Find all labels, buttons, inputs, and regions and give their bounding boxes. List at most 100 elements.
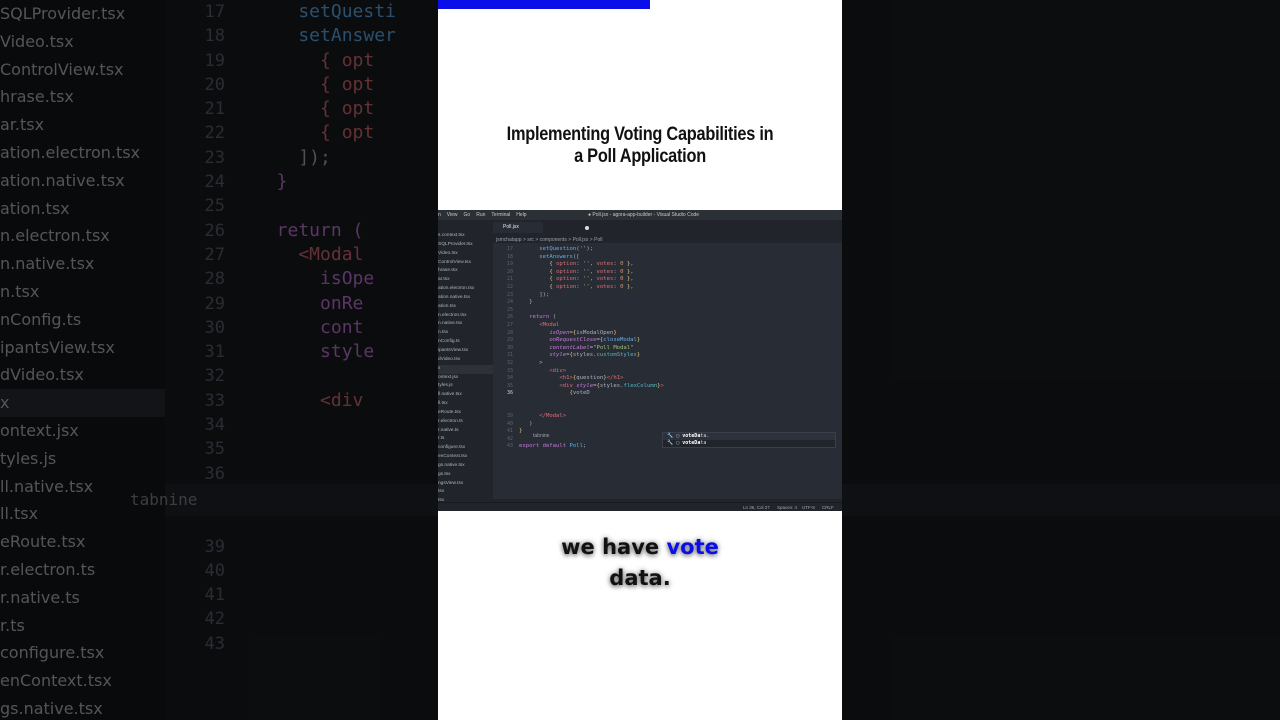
explorer-file-item[interactable]: ll.tsx [438,400,493,409]
explorer-file-item[interactable]: ll.native.tsx [438,391,493,400]
explorer-file-item[interactable]: ngsView.tsx [438,480,493,489]
line-number: 33 [506,367,513,374]
explorer-file-item[interactable]: ar.tsx [438,276,493,285]
suggestion-item[interactable]: 🔧 ▢ voteData [663,440,835,447]
tab-poll-jsx[interactable]: Poll.jsx [493,222,543,233]
line-number: 28 [506,329,513,336]
code-line-23: ]); [539,291,550,298]
explorer-file-item[interactable]: hrase.tsx [438,267,493,276]
code-editor[interactable]: 17 18 19 20 21 22 23 24 25 26 27 28 29 30 31 32 33 34 35 36… [493,243,842,499]
explorer-file-item[interactable]: SQLProvider.tsx [438,241,493,250]
caption-text: data. [609,566,671,590]
code-line-21: { option: '', votes: 0 }, [549,276,634,283]
explorer-file-item[interactable]: ControlView.tsx [438,259,493,268]
explorer-file-item[interactable]: gs.native.tsx [438,462,493,471]
explorer-file-item[interactable]: tsx [438,488,493,497]
code-line-19: { option: '', votes: 0 }, [549,261,634,268]
line-number: 26 [506,314,513,321]
line-number: 34 [506,375,513,382]
line-number: 22 [506,283,513,290]
code-line-40: ) [529,420,533,427]
explorer-file-item[interactable]: n.native.tsx [438,320,493,329]
explorer-file-item[interactable]: enContext.tsx [438,453,493,462]
menu-item[interactable]: n [438,212,441,218]
explorer-file-item[interactable]: x [438,364,493,374]
explorer-file-item[interactable]: eRoute.tsx [438,409,493,418]
line-number: 20 [506,268,513,275]
encoding[interactable]: UTF-8 [802,503,815,511]
explorer-file-item[interactable]: ation.electron.tsx [438,285,493,294]
code-line-43: export default Poll; [519,443,587,450]
line-numbers: 17 18 19 20 21 22 23 24 25 26 27 28 29 30 31 32 33 34 35 36… [493,246,513,451]
code-line-29: onRequestClose={closeModal} [549,337,641,344]
line-number [493,405,513,413]
explorer-file-item[interactable]: ation.tsx [438,303,493,312]
code-line-18: setAnswers([ [539,253,580,260]
code-line-39: </Modal> [539,413,567,420]
progress-bar [438,0,651,9]
explorer-file-item[interactable]: ontext.jsx [438,374,493,383]
code-lines: setQuestion(''); setAnswers([ { option: … [519,246,664,451]
explorer-file-item[interactable]: nConfig.ts [438,338,493,347]
code-line-30: contentLabel="Poll Modal" [549,344,634,351]
menu-item[interactable]: Help [516,212,526,218]
menu-item[interactable]: Go [464,212,471,218]
line-number: 31 [506,352,513,359]
line-number: 30 [506,344,513,351]
explorer-file-item[interactable]: ipantsView.tsx [438,347,493,356]
cursor-position[interactable]: Ln 36, Col 27 [743,503,770,511]
code-line-32: > [539,359,543,366]
explorer-file-item[interactable]: n.tsx [438,329,493,338]
caption-text: we have [561,535,667,559]
explorer-file-item[interactable]: n.electron.tsx [438,312,493,321]
vscode-explorer: s.context.tsx SQLProvider.tsx Video.tsx Con… [438,232,493,502]
code-line-33: <div> [549,367,567,374]
menu-item[interactable]: View [447,212,458,218]
explorer-file-item[interactable]: r.electron.ts [438,418,493,427]
line-number: 25 [506,306,513,313]
explorer-file-item[interactable]: configure.tsx [438,444,493,453]
status-bar: Ln 36, Col 27 Spaces: 4 UTF-8 CRLF [438,502,842,511]
menu-item[interactable]: Run [476,212,485,218]
code-line-35: <div style={styles.flexColumn}> [559,382,664,389]
line-number: 17 [506,246,513,252]
vscode-window-title: ● Poll.jsx - agora-app-builder - Visual … [588,212,700,218]
line-number: 39 [506,413,513,420]
line-number: 35 [506,382,513,389]
explorer-file-item[interactable]: r.ts [438,435,493,444]
code-line-24: } [529,299,533,306]
code-line-31: style={styles.customStyles} [549,352,641,359]
line-number: 23 [506,291,513,298]
subtitle-caption: we have vote data. [438,532,842,594]
code-line-34: <h1>{question}</h1> [559,375,624,382]
video-title: Implementing Voting Capabilities in a Po… [506,124,774,167]
suggestion-item[interactable]: 🔧 ▢ voteData. [663,433,835,440]
code-line-28: isOpen={isModalOpen} [549,329,617,336]
line-number: 41 [506,428,513,435]
explorer-file-item[interactable]: r.native.ts [438,427,493,436]
line-number: 29 [506,337,513,344]
code-line-20: { option: '', votes: 0 }, [549,268,634,275]
indentation[interactable]: Spaces: 4 [777,503,797,511]
menu-item[interactable]: Terminal [491,212,510,218]
line-ending[interactable]: CRLF [822,503,834,511]
explorer-file-item[interactable]: dVideo.tsx [438,356,493,365]
line-number: 43 [506,443,513,450]
explorer-file-item[interactable]: ation.native.tsx [438,294,493,303]
vscode-screenshot: n View Go Run Terminal Help ● Poll.jsx - agor… [438,210,842,511]
explorer-file-item[interactable]: Video.tsx [438,250,493,259]
code-line-27: <Modal [539,321,560,328]
line-number: 40 [506,420,513,427]
code-line-26: return ( [529,314,557,321]
line-number: 32 [506,359,513,366]
line-number: 18 [506,253,513,260]
explorer-file-item[interactable]: gs.tsx [438,471,493,480]
autocomplete-popup: 🔧 ▢ voteData. 🔧 ▢ voteData [662,432,836,448]
code-line-36: {voteD [569,390,590,397]
caption-highlight: vote [666,535,719,559]
explorer-file-item[interactable]: tyles.js [438,382,493,391]
explorer-file-item[interactable]: s.context.tsx [438,232,493,241]
